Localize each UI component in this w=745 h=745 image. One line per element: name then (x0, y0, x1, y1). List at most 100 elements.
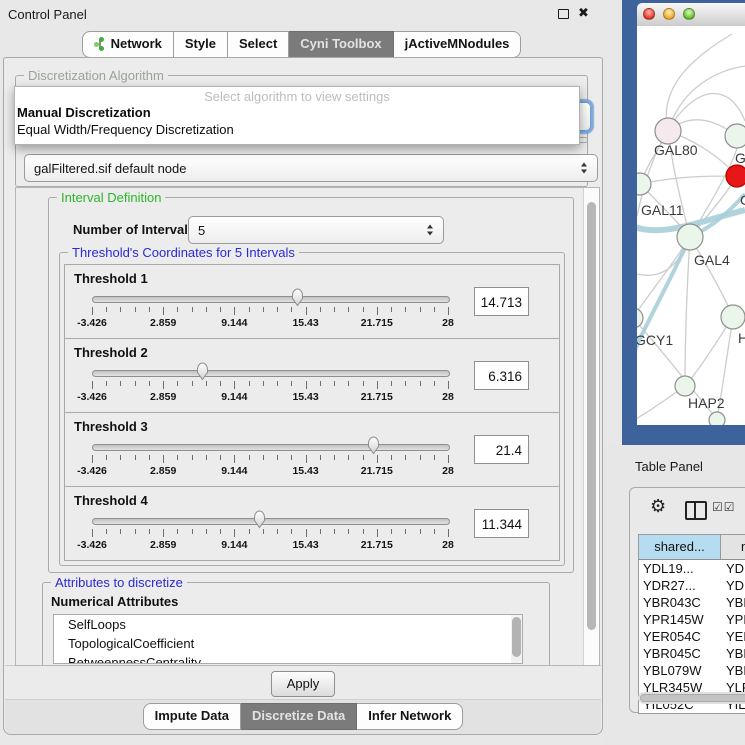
table-row[interactable]: YDR27...YDR27... (639, 577, 745, 594)
slider-tick (348, 381, 349, 386)
slider-tick (405, 529, 406, 534)
gear-icon[interactable]: ⚙ (650, 496, 666, 517)
slider-tick (334, 381, 335, 386)
slider-tick (206, 307, 207, 312)
split-columns-icon[interactable] (685, 501, 707, 520)
slider-scale-label: 2.859 (150, 317, 176, 329)
table-data-combobox[interactable]: galFiltered.sif default node (24, 154, 598, 182)
node-label-hap2[interactable]: HAP2 (688, 395, 725, 411)
threshold-slider[interactable]: -3.4262.8599.14415.4321.71528 (92, 265, 448, 338)
minimize-traffic-light[interactable] (663, 8, 675, 20)
table-horizontal-scrollbar[interactable] (638, 692, 745, 704)
table-cell[interactable]: YBR045C (721, 645, 745, 662)
slider-thumb[interactable] (195, 362, 210, 381)
slider-track[interactable] (92, 370, 450, 377)
table-row[interactable]: YBR045CYBR045C (639, 645, 745, 662)
tab-select[interactable]: Select (228, 31, 289, 58)
table-cell[interactable]: YBL079W (639, 662, 721, 679)
numerical-attributes-list[interactable]: SelfLoops TopologicalCoefficient Between… (53, 614, 523, 664)
tab-network[interactable]: Network (82, 31, 174, 58)
node-label-partial-c[interactable]: C... (740, 192, 745, 208)
list-scrollbar[interactable] (511, 615, 522, 663)
node-label-partial-g[interactable]: G... (735, 150, 745, 166)
table-row[interactable]: YER054CYER054C (639, 628, 745, 645)
close-traffic-light[interactable] (643, 8, 655, 20)
table-cell[interactable]: YBL079W (721, 662, 745, 679)
table-cell[interactable]: YBR043C (721, 594, 745, 611)
slider-tick (277, 455, 278, 460)
slider-thumb[interactable] (252, 510, 267, 529)
table-row[interactable]: YPR145WYPR145W (639, 611, 745, 628)
scrollbar-thumb[interactable] (640, 694, 745, 702)
slider-tick (377, 381, 378, 389)
number-of-intervals-combobox[interactable]: 5 (188, 216, 444, 244)
tab-jactivemnodules[interactable]: jActiveMNodules (394, 31, 522, 58)
threshold-slider[interactable]: -3.4262.8599.14415.4321.71528 (92, 339, 448, 412)
scrollbar-thumb[interactable] (587, 202, 596, 630)
table-cell[interactable]: YDR27... (721, 577, 745, 594)
table-cell[interactable]: YPR145W (639, 611, 721, 628)
tab-impute-data[interactable]: Impute Data (143, 703, 241, 730)
settings-scroll-area: Interval Definition Number of Intervals … (15, 187, 600, 666)
column-header-name[interactable]: n... (721, 535, 745, 559)
threshold-value-field[interactable]: 11.344 (474, 509, 529, 538)
column-header-shared-name[interactable]: shared... (639, 535, 721, 559)
slider-thumb[interactable] (290, 288, 305, 307)
checkbox-icons[interactable]: ☑☑ (712, 500, 736, 514)
table-cell[interactable]: YBR043C (639, 594, 721, 611)
dropdown-option-manual[interactable]: Manual Discretization (15, 104, 579, 121)
slider-scale-label: 9.144 (221, 539, 247, 551)
table-cell[interactable]: YDR27... (639, 577, 721, 594)
threshold-value-field[interactable]: 14.713 (474, 287, 529, 316)
slider-tick (405, 381, 406, 386)
network-canvas[interactable]: GAL80 G... GAL11 C... GAL4 GCY1 H... HAP… (637, 26, 745, 425)
slider-track[interactable] (92, 296, 450, 303)
list-item[interactable]: BetweennessCentrality (54, 653, 522, 664)
threshold-coordinates-group: Threshold's Coordinates for 5 Intervals … (59, 252, 565, 566)
node-table: shared... n... YDL19...YDL19...YDR27...Y… (638, 534, 745, 714)
list-item[interactable]: SelfLoops (54, 615, 522, 634)
tab-label: Select (239, 36, 277, 52)
slider-tick (149, 455, 150, 460)
apply-button[interactable]: Apply (271, 671, 335, 697)
threshold-slider[interactable]: -3.4262.8599.14415.4321.71528 (92, 413, 448, 486)
slider-tick (306, 307, 307, 315)
slider-track[interactable] (92, 444, 450, 451)
threshold-value-field[interactable]: 6.316 (474, 361, 529, 390)
table-cell[interactable]: YBR045C (639, 645, 721, 662)
tab-infer-network[interactable]: Infer Network (357, 703, 463, 730)
table-cell[interactable]: YER054C (639, 628, 721, 645)
node-label-partial-h[interactable]: H... (738, 330, 745, 346)
table-cell[interactable]: YDL19... (721, 560, 745, 577)
slider-scale: -3.4262.8599.14415.4321.71528 (92, 455, 448, 483)
tab-style[interactable]: Style (174, 31, 228, 58)
node-label-gal80[interactable]: GAL80 (654, 142, 698, 158)
slider-tick (320, 455, 321, 460)
table-row[interactable]: YBR043CYBR043C (639, 594, 745, 611)
slider-thumb[interactable] (366, 436, 381, 455)
float-window-icon[interactable] (558, 9, 569, 19)
control-panel-titlebar: Control Panel ✖ (0, 0, 603, 28)
slider-track[interactable] (92, 518, 450, 525)
threshold-value-field[interactable]: 21.4 (474, 435, 529, 464)
table-row[interactable]: YBL079WYBL079W (639, 662, 745, 679)
slider-tick (391, 529, 392, 534)
table-cell[interactable]: YDL19... (639, 560, 721, 577)
node-label-gal4[interactable]: GAL4 (694, 252, 730, 268)
threshold-slider[interactable]: -3.4262.8599.14415.4321.71528 (92, 487, 448, 560)
node-label-gcy1[interactable]: GCY1 (637, 332, 673, 348)
slider-tick (320, 307, 321, 312)
tab-cyni-toolbox[interactable]: Cyni Toolbox (289, 31, 393, 58)
zoom-traffic-light[interactable] (683, 8, 695, 20)
dropdown-option-equal-width[interactable]: Equal Width/Frequency Discretization (15, 121, 579, 138)
tab-discretize-data[interactable]: Discretize Data (241, 703, 357, 730)
table-cell[interactable]: YPR145W (721, 611, 745, 628)
close-icon[interactable]: ✖ (578, 5, 589, 21)
table-row[interactable]: YDL19...YDL19... (639, 560, 745, 577)
slider-scale-label: 21.715 (361, 391, 393, 403)
table-cell[interactable]: YER054C (721, 628, 745, 645)
list-item[interactable]: TopologicalCoefficient (54, 634, 522, 653)
network-window-titlebar[interactable] (637, 3, 745, 27)
settings-vertical-scrollbar[interactable] (583, 188, 599, 665)
node-label-gal11[interactable]: GAL11 (641, 202, 684, 218)
